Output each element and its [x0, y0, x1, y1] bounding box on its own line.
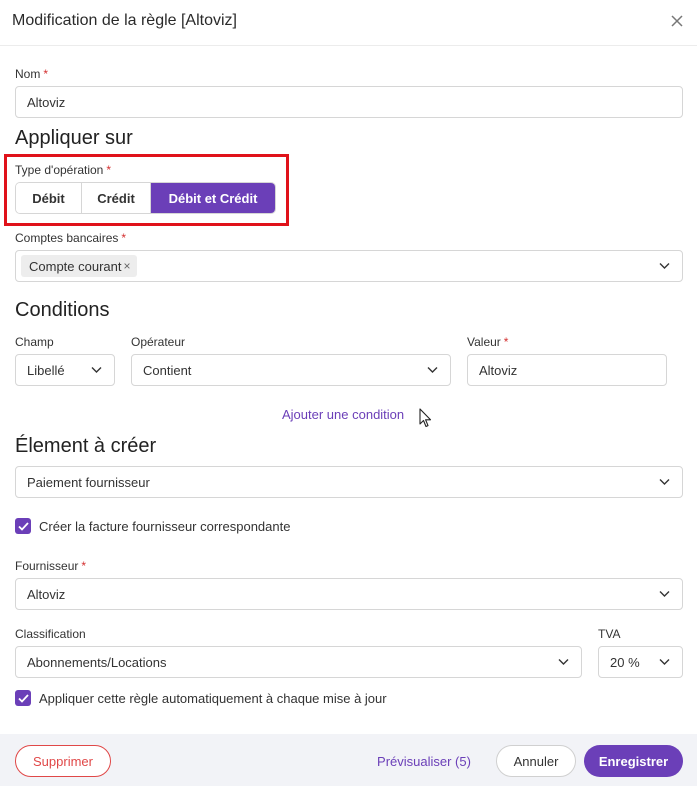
- chevron-down-icon: [91, 367, 102, 373]
- modal-title: Modification de la règle [Altoviz]: [12, 12, 237, 29]
- delete-button[interactable]: Supprimer: [15, 745, 111, 777]
- operation-type-label: Type d'opération *: [15, 163, 112, 177]
- operator-label: Opérateur: [131, 335, 186, 349]
- value-input[interactable]: Altoviz: [467, 354, 667, 386]
- operation-type-segmented: Débit Crédit Débit et Crédit: [15, 182, 276, 214]
- operation-type-debit-credit[interactable]: Débit et Crédit: [151, 183, 275, 213]
- check-icon: [17, 693, 29, 703]
- cancel-button[interactable]: Annuler: [496, 745, 576, 777]
- chip-remove-icon[interactable]: ×: [124, 259, 131, 273]
- create-invoice-label: Créer la facture fournisseur corresponda…: [39, 518, 291, 534]
- modal-header: Modification de la règle [Altoviz]: [0, 0, 697, 46]
- conditions-title: Conditions: [15, 299, 110, 321]
- classification-label: Classification: [15, 627, 86, 641]
- apply-on-title: Appliquer sur: [15, 127, 133, 149]
- element-type-select[interactable]: Paiement fournisseur: [15, 466, 683, 498]
- auto-apply-row: Appliquer cette règle automatiquement à …: [15, 690, 387, 706]
- create-invoice-checkbox[interactable]: [15, 518, 31, 534]
- add-condition-link[interactable]: Ajouter une condition: [282, 407, 404, 422]
- bank-accounts-label: Comptes bancaires *: [15, 231, 127, 245]
- value-label: Valeur *: [467, 335, 509, 349]
- classification-select[interactable]: Abonnements/Locations: [15, 646, 582, 678]
- supplier-label: Fournisseur *: [15, 559, 87, 573]
- supplier-select[interactable]: Altoviz: [15, 578, 683, 610]
- auto-apply-checkbox[interactable]: [15, 690, 31, 706]
- save-button[interactable]: Enregistrer: [584, 745, 683, 777]
- mouse-cursor-icon: [419, 408, 432, 428]
- chevron-down-icon: [659, 263, 670, 269]
- field-select[interactable]: Libellé: [15, 354, 115, 386]
- preview-button[interactable]: Prévisualiser (5): [370, 745, 478, 777]
- auto-apply-label: Appliquer cette règle automatiquement à …: [39, 690, 387, 706]
- name-input[interactable]: Altoviz: [15, 86, 683, 118]
- chevron-down-icon: [659, 659, 670, 665]
- name-label: Nom *: [15, 67, 49, 81]
- check-icon: [17, 521, 29, 531]
- operation-type-credit[interactable]: Crédit: [82, 183, 151, 213]
- operation-type-debit[interactable]: Débit: [16, 183, 82, 213]
- chevron-down-icon: [659, 479, 670, 485]
- field-label: Champ: [15, 335, 54, 349]
- chevron-down-icon: [558, 659, 569, 665]
- element-title: Élement à créer: [15, 435, 157, 457]
- operator-select[interactable]: Contient: [131, 354, 451, 386]
- create-invoice-row: Créer la facture fournisseur corresponda…: [15, 518, 290, 534]
- chevron-down-icon: [427, 367, 438, 373]
- close-icon[interactable]: [669, 13, 685, 29]
- vat-select[interactable]: 20 %: [598, 646, 683, 678]
- bank-account-chip: Compte courant ×: [21, 255, 137, 277]
- vat-label: TVA: [598, 627, 621, 641]
- chevron-down-icon: [659, 591, 670, 597]
